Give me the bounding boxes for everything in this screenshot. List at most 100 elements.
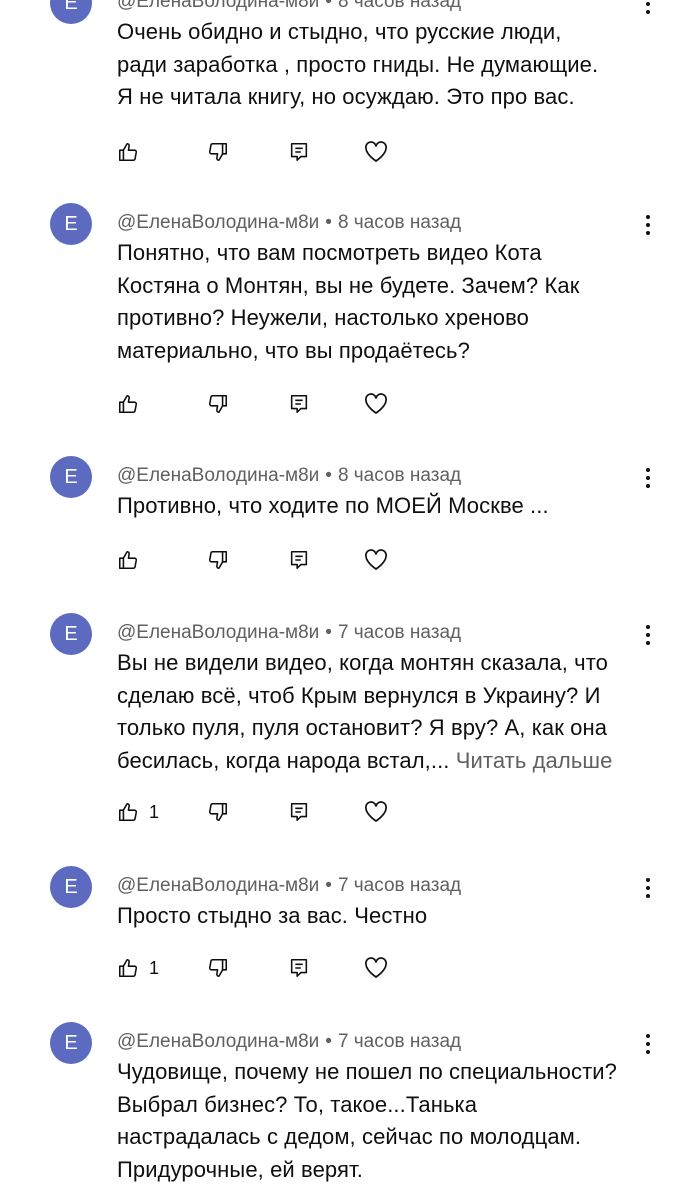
avatar[interactable]: Е [50,1022,92,1064]
comment-line: Понятно, что вам посмотреть видео Кота [117,240,542,265]
heart-icon [364,549,388,571]
author-handle[interactable]: @ЕленаВолодина-м8и [117,875,319,896]
comment-line: настрадалась с дедом, сейчас по молодцам… [117,1124,582,1149]
like-button[interactable]: 1 [117,797,159,827]
heart-button[interactable] [364,545,388,575]
comment-text: Просто стыдно за вас. Честно [117,900,657,933]
comment-actions: 1 [117,953,417,983]
timestamp[interactable]: 8 часов назад [338,465,461,486]
separator-dot: • [325,465,332,486]
heart-button[interactable] [364,797,388,827]
thumbs-down-icon [207,957,229,979]
avatar[interactable]: Е [50,866,92,908]
like-button[interactable] [117,137,139,167]
comment-text: Противно, что ходите по МОЕЙ Москве ... [117,490,657,523]
dislike-button[interactable] [207,137,229,167]
thumbs-up-icon [117,549,139,571]
timestamp[interactable]: 8 часов назад [338,212,461,233]
dislike-button[interactable] [207,953,229,983]
heart-icon [364,141,388,163]
separator-dot: • [325,0,332,12]
timestamp[interactable]: 7 часов назад [338,1031,461,1052]
separator-dot: • [325,875,332,896]
comment-line: Выбрал бизнес? То, такое...Танька [117,1091,478,1117]
more-vertical-icon[interactable] [636,0,660,16]
comment-line: материально, что вы продаётесь? [117,337,470,363]
reply-icon [288,801,310,823]
reply-icon [288,549,310,571]
more-vertical-icon[interactable] [636,623,660,647]
timestamp[interactable]: 7 часов назад [338,875,461,896]
heart-button[interactable] [364,389,388,419]
more-vertical-icon[interactable] [636,213,660,237]
comment-text: Понятно, что вам посмотреть видео Кота Ко… [117,237,657,367]
comment-text: Вы не видели видео, когда монтян сказала… [117,647,657,777]
author-handle[interactable]: @ЕленаВолодина-м8и [117,0,319,12]
separator-dot: • [325,1031,332,1052]
reply-icon [288,957,310,979]
avatar[interactable]: Е [50,613,92,655]
more-vertical-icon[interactable] [636,466,660,490]
comment-meta: @ЕленаВолодина-м8и • 8 часов назад [117,465,461,487]
comment-line: Вы не видели видео, когда монтян сказала… [117,650,608,675]
like-count: 1 [149,957,160,978]
reply-icon [288,141,310,163]
comment-text: Очень обидно и стыдно, что русские люди,… [117,16,657,114]
read-more-link[interactable]: Читать дальше [456,748,613,773]
thumbs-down-icon [207,393,229,415]
author-handle[interactable]: @ЕленаВолодина-м8и [117,212,319,233]
avatar[interactable]: Е [50,0,92,24]
comment-line: противно? Неужели, настолько хреново [117,305,529,330]
like-button[interactable] [117,389,139,419]
author-handle[interactable]: @ЕленаВолодина-м8и [117,622,319,643]
comment-line: Я не читала книгу, но осуждаю. Это про в… [117,84,575,109]
separator-dot: • [325,622,332,643]
timestamp[interactable]: 7 часов назад [338,622,461,643]
comment-line: сделаю всё, чтоб Крым вернулся в Украину… [117,682,601,708]
reply-button[interactable] [288,545,310,575]
author-handle[interactable]: @ЕленаВолодина-м8и [117,1031,319,1052]
comment-text: Чудовище, почему не пошел по специальнос… [117,1056,657,1186]
dislike-button[interactable] [207,797,229,827]
reply-icon [288,393,310,415]
comment-meta: @ЕленаВолодина-м8и • 7 часов назад [117,875,461,897]
thumbs-down-icon [207,549,229,571]
timestamp[interactable]: 8 часов назад [338,0,461,12]
comment-actions [117,545,417,575]
comment-line: Чудовище, почему не пошел по специальнос… [117,1059,618,1084]
avatar[interactable]: Е [50,203,92,245]
heart-button[interactable] [364,953,388,983]
more-vertical-icon[interactable] [636,876,660,900]
comment-actions: 1 [117,797,417,827]
comment-line: Противно, что ходите по МОЕЙ Москве ... [117,493,549,518]
reply-button[interactable] [288,797,310,827]
comment-line: Костяна о Монтян, вы не будете. Зачем? К… [117,272,580,298]
reply-button[interactable] [288,953,310,983]
comment-line: только пуля, пуля остановит? Я вру? А, к… [117,715,608,740]
dislike-button[interactable] [207,545,229,575]
comment-line: ради заработка , просто гниды. Не думающ… [117,51,599,77]
thumbs-up-icon [117,801,139,823]
reply-button[interactable] [288,389,310,419]
author-handle[interactable]: @ЕленаВолодина-м8и [117,465,319,486]
thumbs-down-icon [207,801,229,823]
thumbs-up-icon [117,141,139,163]
thumbs-up-icon [117,393,139,415]
comment-line: Придурочные, ей верят. [117,1156,363,1182]
comment-actions [117,137,417,167]
reply-button[interactable] [288,137,310,167]
separator-dot: • [325,212,332,233]
heart-button[interactable] [364,137,388,167]
more-vertical-icon[interactable] [636,1032,660,1056]
comment-meta: @ЕленаВолодина-м8и • 7 часов назад [117,622,461,644]
like-count: 1 [149,801,160,822]
like-button[interactable]: 1 [117,953,159,983]
comment-actions [117,389,417,419]
thumbs-down-icon [207,141,229,163]
comment-line: Просто стыдно за вас. Честно [117,903,428,928]
dislike-button[interactable] [207,389,229,419]
comment-meta: @ЕленаВолодина-м8и • 8 часов назад [117,0,461,13]
like-button[interactable] [117,545,139,575]
comment-line: бесилась, когда народа встал,... Читать … [117,747,613,773]
avatar[interactable]: Е [50,456,92,498]
